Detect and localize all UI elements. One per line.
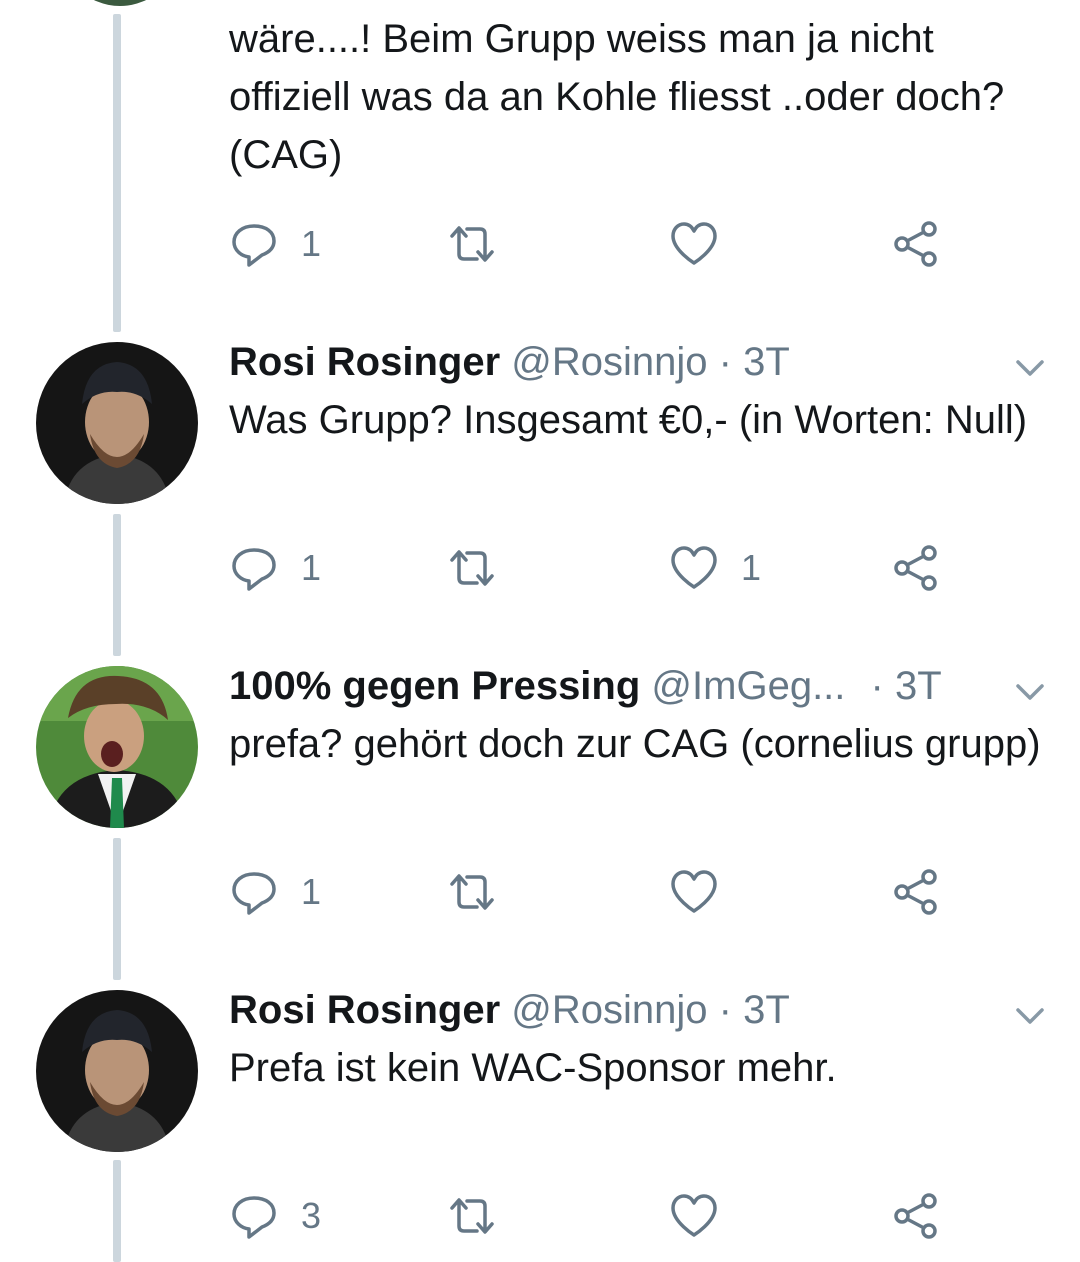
- more-menu-button[interactable]: [1010, 348, 1050, 388]
- tweet-actions: 1: [229, 214, 1029, 274]
- tweet-header: Rosi Rosinger @Rosinnjo · 3T: [229, 336, 790, 388]
- reply-button[interactable]: 1: [229, 862, 321, 922]
- timestamp[interactable]: 3T: [895, 664, 942, 708]
- tweet-text: Prefa ist kein WAC-Sponsor mehr.: [229, 1046, 837, 1090]
- retweet-icon: [450, 226, 494, 262]
- timestamp[interactable]: 3T: [743, 988, 790, 1032]
- share-icon: [894, 869, 937, 915]
- retweet-icon: [450, 874, 494, 910]
- timestamp[interactable]: 3T: [743, 340, 790, 384]
- display-name[interactable]: Rosi Rosinger: [229, 340, 500, 384]
- share-button[interactable]: [891, 538, 941, 598]
- thread-line: [113, 514, 121, 656]
- reply-count: 1: [301, 223, 322, 264]
- tweet-text: prefa? gehört doch zur CAG (cornelius gr…: [229, 722, 1041, 766]
- share-button[interactable]: [891, 1186, 941, 1246]
- tweet-actions: 3: [229, 1186, 1029, 1246]
- avatar[interactable]: [60, 0, 180, 6]
- reply-count: 1: [301, 547, 322, 588]
- user-handle[interactable]: @Rosinnjo: [511, 340, 707, 384]
- tweet-actions: 1: [229, 862, 1029, 922]
- heart-icon: [671, 870, 717, 913]
- separator: ·: [870, 664, 884, 708]
- reply-button[interactable]: 3: [229, 1186, 321, 1246]
- like-button[interactable]: [669, 214, 741, 274]
- retweet-icon: [450, 1198, 494, 1234]
- avatar[interactable]: [36, 990, 198, 1152]
- retweet-button[interactable]: [447, 862, 497, 922]
- tweet-header: 100% gegen Pressing @ImGeg... · 3T: [229, 660, 942, 712]
- reply-button[interactable]: 1: [229, 214, 321, 274]
- reply-icon: [232, 1196, 276, 1239]
- avatar[interactable]: [36, 342, 198, 504]
- reply-button[interactable]: 1: [229, 538, 321, 598]
- chevron-down-icon: [1016, 360, 1044, 376]
- avatar[interactable]: [36, 666, 198, 828]
- thread-line: [113, 838, 121, 980]
- reply-count: 3: [301, 1195, 322, 1236]
- share-icon: [894, 221, 937, 267]
- like-count: 1: [741, 547, 762, 588]
- tweet-header: Rosi Rosinger @Rosinnjo · 3T: [229, 984, 790, 1036]
- thread-line: [113, 14, 121, 332]
- reply-icon: [232, 548, 276, 591]
- retweet-button[interactable]: [447, 1186, 497, 1246]
- like-button[interactable]: 1: [669, 538, 761, 598]
- tweet-text: Was Grupp? Insgesamt €0,- (in Worten: Nu…: [229, 398, 1028, 442]
- share-icon: [894, 1193, 937, 1239]
- reply-icon: [232, 224, 276, 267]
- tweet-text: wäre....! Beim Grupp weiss man ja nicht …: [229, 17, 1005, 177]
- heart-icon: [671, 1194, 717, 1237]
- heart-icon: [671, 222, 717, 265]
- separator: ·: [718, 340, 732, 384]
- reply-icon: [232, 872, 276, 915]
- separator: ·: [718, 988, 732, 1032]
- display-name[interactable]: Rosi Rosinger: [229, 988, 500, 1032]
- display-name[interactable]: 100% gegen Pressing: [229, 664, 640, 708]
- more-menu-button[interactable]: [1010, 996, 1050, 1036]
- like-button[interactable]: [669, 1186, 741, 1246]
- reply-count: 1: [301, 871, 322, 912]
- retweet-icon: [450, 550, 494, 586]
- share-button[interactable]: [891, 862, 941, 922]
- retweet-button[interactable]: [447, 214, 497, 274]
- chevron-down-icon: [1016, 1008, 1044, 1024]
- user-handle[interactable]: @Rosinnjo: [511, 988, 707, 1032]
- heart-icon: [671, 546, 717, 589]
- chevron-down-icon: [1016, 684, 1044, 700]
- thread-line: [113, 1160, 121, 1262]
- like-button[interactable]: [669, 862, 741, 922]
- user-handle[interactable]: @ImGeg...: [651, 664, 845, 708]
- tweet-actions: 1 1: [229, 538, 1029, 598]
- retweet-button[interactable]: [447, 538, 497, 598]
- share-icon: [894, 545, 937, 591]
- more-menu-button[interactable]: [1010, 672, 1050, 712]
- share-button[interactable]: [891, 214, 941, 274]
